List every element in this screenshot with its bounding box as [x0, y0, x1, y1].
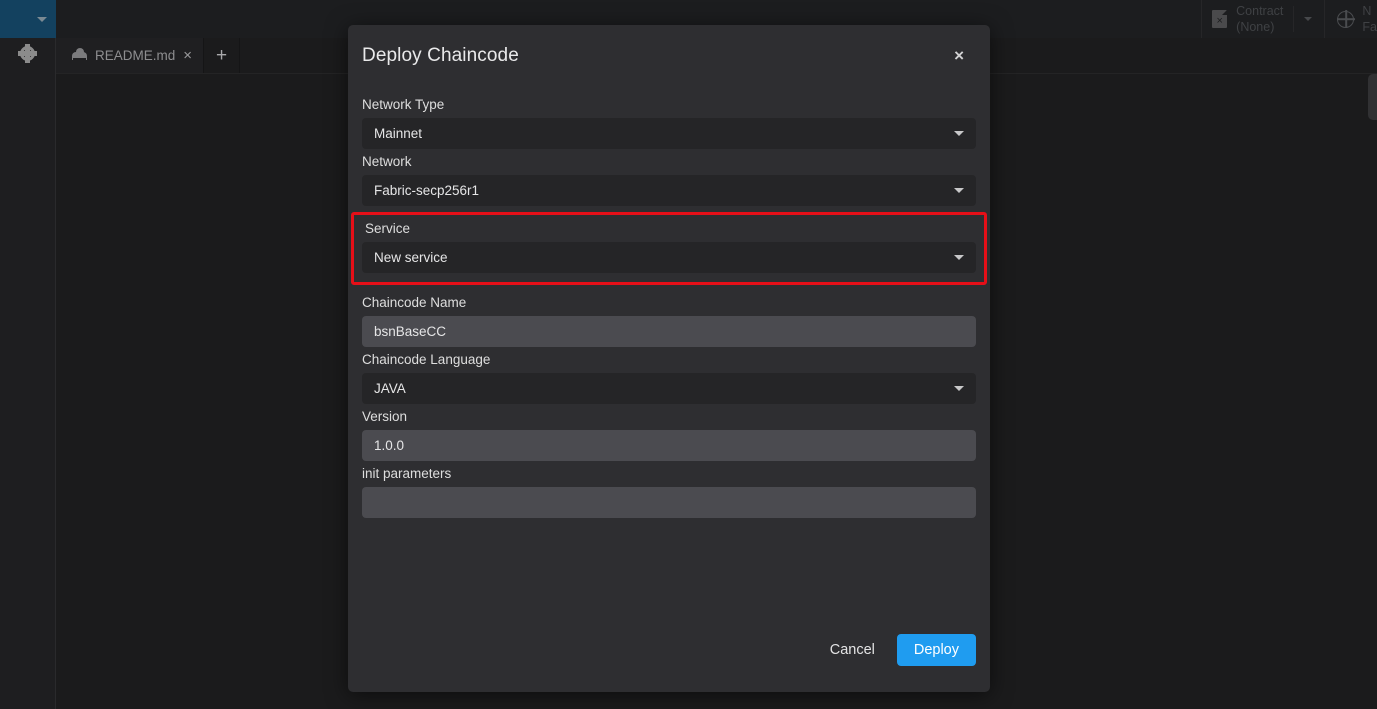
close-icon[interactable]: ×: [183, 48, 192, 63]
toolbar-divider: [1293, 6, 1295, 32]
field-label-network: Network: [362, 154, 412, 169]
version-input[interactable]: 1.0.0: [362, 430, 976, 461]
chaincode-language-select[interactable]: JAVA: [362, 373, 976, 404]
field-version: Version 1.0.0: [362, 409, 976, 461]
field-label-service: Service: [365, 221, 411, 236]
field-init-parameters: init parameters: [362, 466, 976, 518]
chevron-down-icon: [954, 255, 964, 260]
cloud-icon: [72, 47, 87, 60]
deploy-button[interactable]: Deploy: [896, 634, 976, 666]
new-tab-button[interactable]: +: [204, 38, 241, 73]
activity-sidebar: [0, 38, 56, 709]
cancel-button[interactable]: Cancel: [828, 636, 877, 664]
field-chaincode-name: Chaincode Name bsnBaseCC: [362, 295, 976, 347]
dialog-title: Deploy Chaincode: [362, 45, 519, 66]
service-value: New service: [374, 250, 448, 265]
contract-value: (None): [1236, 20, 1275, 34]
gear-icon[interactable]: [18, 44, 37, 63]
field-label-init-parameters: init parameters: [362, 466, 452, 481]
deploy-chaincode-dialog: Deploy Chaincode × Network Type Mainnet …: [348, 25, 990, 692]
tab-label: README.md: [95, 48, 176, 63]
scrollbar-thumb[interactable]: [1368, 74, 1377, 120]
service-select[interactable]: New service: [362, 242, 976, 273]
field-label-chaincode-name: Chaincode Name: [362, 295, 467, 310]
chaincode-name-input[interactable]: bsnBaseCC: [362, 316, 976, 347]
chevron-down-icon: [37, 16, 47, 22]
network-label: N: [1362, 4, 1372, 18]
network-selector[interactable]: N Fa: [1324, 0, 1377, 38]
field-label-chaincode-language: Chaincode Language: [362, 352, 491, 367]
network-selector-text: N Fa: [1362, 3, 1377, 35]
field-chaincode-language: Chaincode Language JAVA: [362, 352, 976, 404]
chevron-down-icon: [954, 386, 964, 391]
field-network: Network Fabric-secp256r1: [362, 154, 976, 206]
init-parameters-input[interactable]: [362, 487, 976, 518]
tab-readme[interactable]: README.md ×: [56, 38, 205, 73]
dialog-footer: Cancel Deploy: [348, 634, 990, 692]
workspace-selector[interactable]: [0, 0, 56, 38]
network-value: Fa: [1362, 20, 1377, 34]
network-value: Fabric-secp256r1: [374, 183, 480, 198]
contract-file-icon: [1212, 10, 1228, 28]
network-type-select[interactable]: Mainnet: [362, 118, 976, 149]
dialog-body: Network Type Mainnet Network Fabric-secp…: [348, 75, 990, 634]
field-network-type: Network Type Mainnet: [362, 97, 976, 149]
chevron-down-icon: [954, 188, 964, 193]
contract-label: Contract: [1236, 4, 1284, 18]
field-service: Service New service: [351, 212, 987, 285]
contract-selector[interactable]: Contract (None): [1201, 0, 1324, 38]
dialog-header: Deploy Chaincode ×: [348, 25, 990, 75]
network-select[interactable]: Fabric-secp256r1: [362, 175, 976, 206]
globe-icon: [1337, 10, 1355, 28]
field-label-network-type: Network Type: [362, 97, 445, 112]
chaincode-language-value: JAVA: [374, 381, 406, 396]
chevron-down-icon: [954, 131, 964, 136]
ide-window: Contract (None) N Fa README.md × +: [0, 0, 1377, 709]
contract-selector-text: Contract (None): [1236, 3, 1283, 35]
close-icon[interactable]: ×: [952, 45, 966, 66]
network-type-value: Mainnet: [374, 126, 423, 141]
field-label-version: Version: [362, 409, 408, 424]
chevron-down-icon[interactable]: [1304, 17, 1313, 21]
